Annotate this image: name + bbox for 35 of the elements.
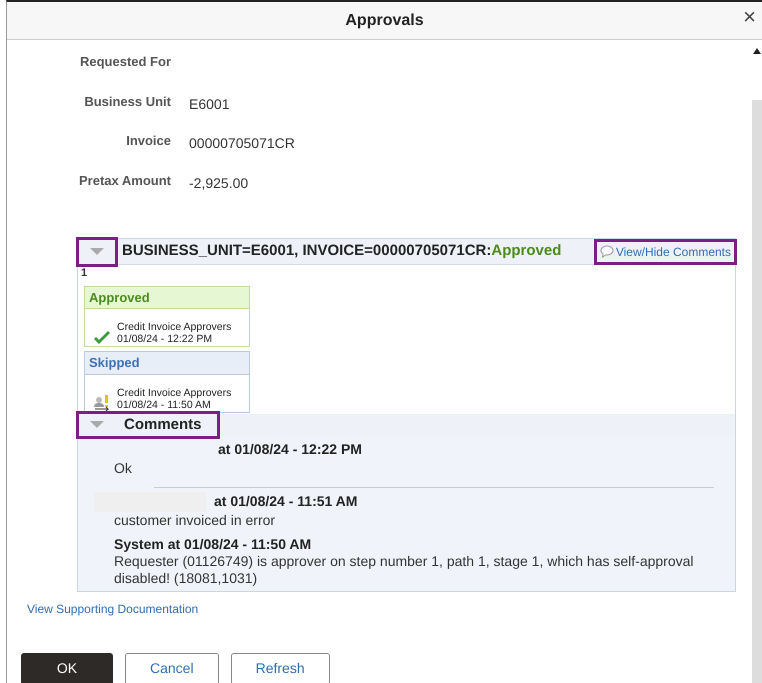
dialog-button[interactable]: Refresh	[230, 652, 330, 683]
stage-details: Credit Invoice Approvers 01/08/24 - 11:50 AM	[117, 386, 232, 411]
collapse-toggle[interactable]	[78, 238, 116, 264]
close-button[interactable]: ×	[739, 6, 760, 28]
field-value: 00000705071CR	[189, 134, 295, 153]
field-value: E6001	[189, 94, 230, 114]
stage-details: Credit Invoice Approvers 01/08/24 - 12:22 PM	[117, 321, 232, 346]
dialog-button[interactable]: OK	[21, 652, 113, 683]
field-label: Business Unit	[83, 92, 171, 110]
comment-header: System at 01/08/24 - 11:50 AM	[114, 536, 312, 554]
person-warning-icon	[93, 394, 111, 411]
comment-header: at 01/08/24 - 11:51 AM	[214, 493, 358, 510]
field-label: Requested For	[78, 53, 171, 71]
checkmark-icon	[93, 331, 111, 346]
supporting-documentation-link[interactable]: View Supporting Documentation	[27, 600, 198, 618]
comment-text: customer invoiced in error	[114, 512, 276, 528]
scrollbar[interactable]	[752, 40, 762, 683]
field-value: -2,925.00	[189, 174, 248, 192]
view-hide-comments-link[interactable]: View/Hide Comments	[596, 240, 735, 262]
stage-status: Skipped	[85, 352, 249, 375]
field-label: Pretax Amount	[78, 172, 171, 190]
comment-header: at 01/08/24 - 12:22 PM	[218, 441, 362, 458]
window-title: Approvals	[345, 10, 424, 30]
field-label: Invoice	[125, 132, 171, 150]
stage-status: Approved	[85, 286, 249, 309]
scroll-up-icon[interactable]	[753, 48, 761, 54]
approval-title: BUSINESS_UNIT=E6001, INVOICE=00000705071CR:Approved	[122, 241, 562, 262]
collapse-arrow-icon	[90, 248, 104, 256]
comment-text: Requester (01126749) is approver on step number 1, path 1, stage 1, which has self-approval disabled! (18081,1031)	[114, 553, 695, 587]
collapse-arrow-icon	[90, 420, 104, 429]
speech-bubble-icon	[600, 245, 614, 258]
path-number: 1	[80, 266, 88, 281]
comments-toggle[interactable]: Comments	[78, 412, 218, 437]
comment-text: Ok	[114, 460, 133, 477]
dialog-button[interactable]: Cancel	[125, 652, 219, 683]
